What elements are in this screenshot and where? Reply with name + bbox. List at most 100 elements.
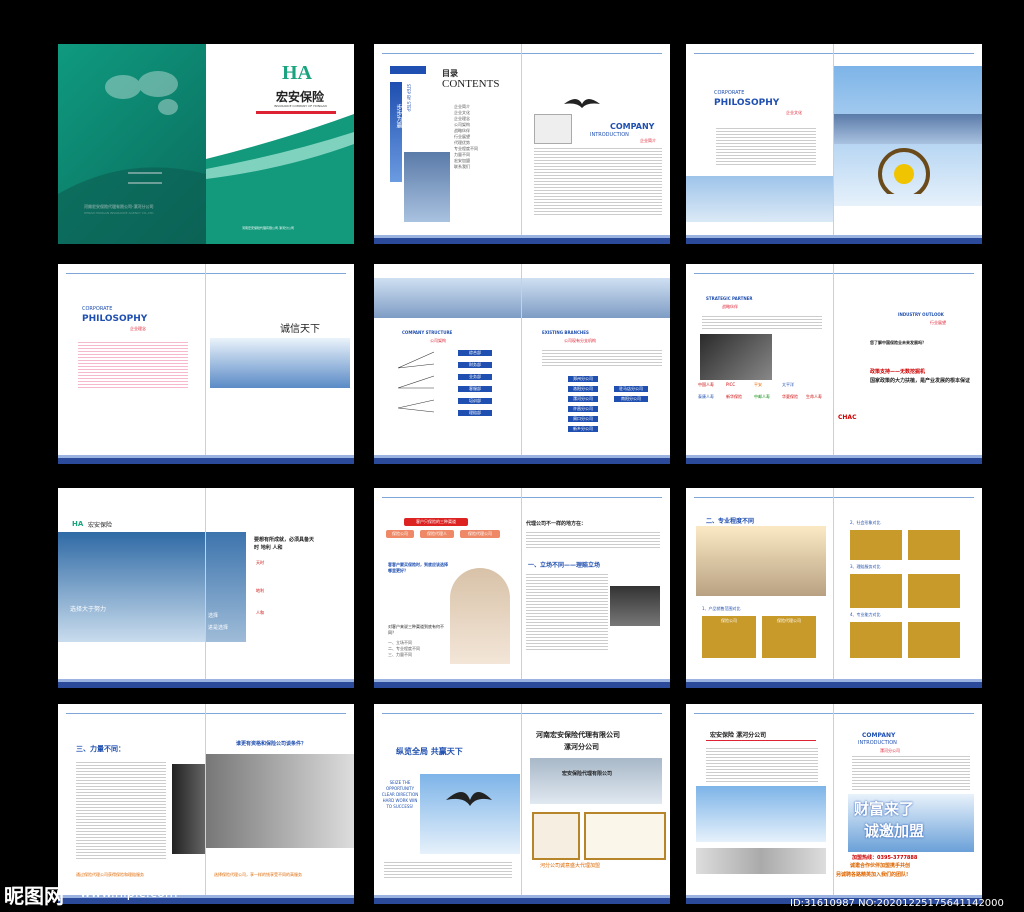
- recruit-intro-en: COMPANY: [862, 732, 896, 739]
- branches-cn: 公司现有分支机构: [564, 338, 596, 343]
- success-left: HA 宏安保险 选择大于努力: [58, 488, 206, 688]
- branches-paragraph: [542, 348, 662, 366]
- branch-box[interactable]: 许昌分公司: [568, 406, 598, 412]
- partner-logo: 中邮人寿: [754, 394, 770, 399]
- strategic-paragraph: [702, 314, 822, 330]
- partner-logo: 平安: [754, 382, 762, 387]
- eagle-icon: [564, 99, 600, 108]
- channel-box[interactable]: 保险公司: [386, 530, 414, 538]
- handshake-image: [700, 334, 772, 380]
- spread-structure: COMPANY STRUCTURE 公司架构 综合部 财务部 业务部 客服部 培…: [374, 264, 670, 464]
- partner-logo: PICC: [726, 382, 736, 387]
- partner-logo: 华夏保险: [782, 394, 798, 399]
- stairs-sky-image: [58, 532, 206, 642]
- fold-line: [833, 264, 834, 464]
- spread-success: HA 宏安保险 选择大于努力 要想有所成就，必须具备天时 地利 人和 天时 地利…: [58, 488, 354, 688]
- channel-tag: 客户只保险的三种渠道: [404, 518, 468, 526]
- wealth-big2: 诚邀加盟: [864, 822, 925, 840]
- success-headline: 要想有所成就，必须具备天时 地利 人和: [254, 537, 315, 551]
- spread-strategic: STRATEGIC PARTNER 战略伙伴 中国人寿 PICC 平安 太平洋 …: [686, 264, 982, 464]
- gold-box: [850, 574, 902, 608]
- channel-box[interactable]: 保险代理公司: [460, 530, 500, 538]
- structure-label-cn: 公司架构: [430, 338, 446, 343]
- partner-logo: 中国人寿: [698, 382, 714, 387]
- concept-right: 诚信天下: [206, 264, 354, 464]
- branch-box[interactable]: 驻马店分公司: [614, 386, 648, 392]
- fold-line: [833, 488, 834, 688]
- concept-paragraph: [78, 340, 188, 390]
- culture-label: 企业文化: [786, 110, 802, 115]
- ship-wheel-icon: [878, 148, 930, 194]
- slogan-choose: 选择: [208, 613, 219, 619]
- intro-title-cn: 企业简介: [640, 138, 656, 143]
- contents-right: COMPANY INTRODUCTION 企业简介: [522, 44, 670, 244]
- strategic-cn: 战略伙伴: [722, 304, 738, 309]
- watermark-id: ID:31610987 NO:20201225175641142000: [790, 898, 1004, 909]
- gold-box: [850, 622, 902, 658]
- cover-front: HA 宏安保险 INSURANCE COMPANY OF HONGAN 河南宏安…: [206, 44, 354, 244]
- logo-small: HA: [72, 520, 84, 528]
- business-license: [584, 812, 666, 860]
- branch-box[interactable]: 洛阳分公司: [568, 386, 598, 392]
- advantage-left: 客户只保险的三种渠道 保险公司 保险代理人 保险代理公司 客客户要买保险时，到底…: [374, 488, 522, 688]
- success-sub1: 天时: [256, 560, 264, 565]
- professional-left: 二、专业程度不同 1、产品销售范围对比 保险公司 保险代理公司: [686, 488, 834, 688]
- contents-city-image: [404, 152, 450, 222]
- watermark-url: www.nipic.com: [80, 886, 178, 901]
- armwrestle-photo-right: [206, 754, 354, 848]
- contents-vertical-en: STEP BY STEP: [406, 84, 411, 112]
- advantage-para2: [526, 572, 608, 652]
- wealth-big1: 财富来了: [854, 800, 915, 818]
- recruit-right: COMPANY INTRODUCTION 漯河分公司 财富来了 诚邀加盟 加盟热…: [834, 704, 982, 904]
- gold-box: [850, 530, 902, 560]
- recruit-red-bar: [706, 740, 816, 741]
- footer-bar: [686, 238, 982, 244]
- contents-list: 企业简介 企业文化 企业理念 公司架构 战略伙伴 行业展望 代理优势 专业程度不…: [454, 104, 518, 170]
- contents-item[interactable]: 联系我们: [454, 164, 518, 170]
- intro-paragraph: [534, 146, 662, 216]
- advantage-section: 一、立场不同——理赔立场: [528, 562, 601, 569]
- fold-line: [521, 704, 522, 904]
- outlook-policy: 政策支持——无数挖掘机: [870, 369, 926, 375]
- philosophy-title: PHILOSOPHY: [714, 98, 780, 108]
- branch-box[interactable]: 漯河分公司: [568, 396, 598, 402]
- spread-professional: 二、专业程度不同 1、产品销售范围对比 保险公司 保险代理公司 2、社会形象对比…: [686, 488, 982, 688]
- professional-title: 二、专业程度不同: [706, 518, 755, 525]
- fold-line: [833, 44, 834, 244]
- wave-decoration: [58, 167, 206, 244]
- recruit-text: 诚邀合作伙伴加盟携手共创: [850, 863, 911, 869]
- footer-bar: [374, 898, 670, 904]
- fold-line: [833, 704, 834, 904]
- power-right: 谁更有资格和保险公司谈条件？ 选择保险代理公司，享一样的钱享受不同的高服务: [206, 704, 354, 904]
- spread-contents: 步步为赢 STEP BY STEP 目录 CONTENTS 企业简介 企业文化 …: [374, 44, 670, 244]
- outlook-question: 您了解中国保险业未来发展吗？: [870, 340, 926, 345]
- footer-bar: [686, 458, 982, 464]
- join-branch: 漯河分公司: [564, 743, 599, 751]
- green-swoosh: [206, 114, 354, 244]
- culture-right: [834, 44, 982, 244]
- fold-line: [205, 704, 206, 904]
- branch-box[interactable]: 郑州分公司: [568, 376, 598, 382]
- chac-logo: CHAC: [838, 414, 857, 421]
- outlook-policy2: 国家政策的大力扶植，是产业发展的根本保证: [870, 378, 971, 384]
- strategic-en: STRATEGIC PARTNER: [706, 296, 753, 301]
- col2-title: 2、社会形象对比: [850, 520, 881, 525]
- contents-vertical-cn: 步步为赢: [395, 104, 402, 128]
- city-render-image: [696, 526, 826, 596]
- mountain-image: [210, 338, 350, 388]
- branch-box[interactable]: 周口分公司: [568, 416, 598, 422]
- branch-box[interactable]: 南阳分公司: [614, 396, 648, 402]
- gold-box-label: 保险代理公司: [777, 618, 801, 623]
- phone-line: 加盟热线：0395-3777888: [852, 854, 917, 861]
- gold-box: [908, 574, 960, 608]
- footer-bar: [686, 682, 982, 688]
- channel-box[interactable]: 保险代理人: [420, 530, 454, 538]
- professional-right: 2、社会形象对比 3、理赔服务对比 4、专业能力对比: [834, 488, 982, 688]
- recruit-paragraph: [706, 746, 818, 782]
- contents-left: 步步为赢 STEP BY STEP 目录 CONTENTS 企业简介 企业文化 …: [374, 44, 522, 244]
- power-title: 三、力量不同：: [76, 745, 125, 753]
- join-footer-ad: 河分公司诚意盛大代理加盟: [540, 863, 601, 869]
- phone-number[interactable]: 0395-3777888: [877, 855, 917, 861]
- power-footer2: 选择保险代理公司，享一样的钱享受不同的高服务: [214, 872, 302, 877]
- branch-box[interactable]: 新乡分公司: [568, 426, 598, 432]
